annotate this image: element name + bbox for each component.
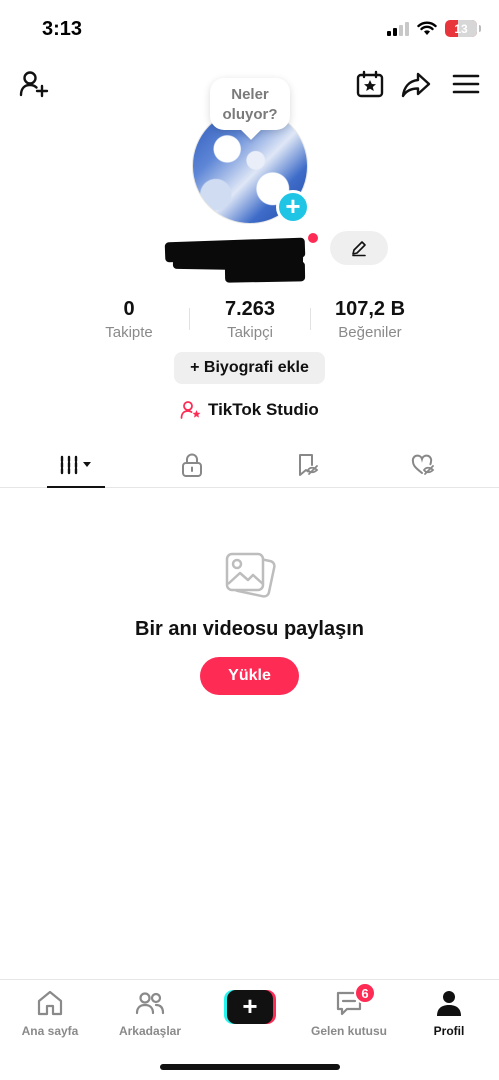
bookmark-hidden-icon <box>299 454 319 476</box>
bubble-line2: oluyor? <box>222 106 278 123</box>
battery-icon: 13 <box>445 20 481 37</box>
add-user-icon[interactable] <box>18 68 50 100</box>
stat-likes[interactable]: 107,2 B Beğeniler <box>330 296 410 342</box>
status-dot <box>308 233 318 243</box>
stat-value: 7.263 <box>224 298 276 320</box>
stat-label: Beğeniler <box>338 324 402 341</box>
friends-icon <box>135 992 165 1015</box>
status-icons: 13 <box>387 20 481 37</box>
nav-home[interactable]: Ana sayfa <box>5 988 95 1038</box>
studio-icon <box>180 401 201 419</box>
whats-new-bubble[interactable]: Neler oluyor? <box>210 78 290 130</box>
nav-profile[interactable]: Profil <box>404 988 494 1038</box>
profile-icon <box>437 991 461 1016</box>
stat-followers[interactable]: 7.263 Takipçi <box>210 296 290 342</box>
grid-dropdown-icon <box>60 455 91 475</box>
nav-label: Gelen kutusu <box>310 1024 387 1038</box>
nav-label: Ana sayfa <box>21 1024 79 1038</box>
stat-divider <box>189 308 190 330</box>
inbox-badge: 6 <box>354 982 376 1004</box>
stat-value: 0 <box>123 298 135 320</box>
status-time: 3:13 <box>42 18 83 40</box>
upload-button[interactable]: Yükle <box>200 657 299 695</box>
pencil-icon <box>352 241 366 257</box>
create-button[interactable]: + <box>224 990 276 1024</box>
nav-friends[interactable]: Arkadaşlar <box>105 988 195 1038</box>
tab-saved[interactable] <box>288 450 328 480</box>
nav-label: Profil <box>433 1024 465 1038</box>
heart-hidden-icon <box>411 454 435 475</box>
signal-icon <box>387 21 409 36</box>
stat-label: Takipçi <box>227 324 273 341</box>
tab-videos[interactable] <box>56 450 96 480</box>
add-bio-button[interactable]: + Biyografi ekle <box>174 352 325 384</box>
lock-icon <box>182 453 202 477</box>
profile-tabs <box>0 444 499 488</box>
wifi-icon <box>417 21 437 35</box>
username-redacted <box>164 232 310 284</box>
bubble-line1: Neler <box>231 86 269 103</box>
tab-private[interactable] <box>172 450 212 480</box>
stat-value: 107,2 B <box>334 298 406 320</box>
status-bar: 3:13 13 <box>0 0 499 56</box>
nav-label: Arkadaşlar <box>118 1024 182 1038</box>
tiktok-studio-link[interactable]: TikTok Studio <box>180 400 319 420</box>
menu-icon[interactable] <box>450 68 482 100</box>
studio-label: TikTok Studio <box>208 400 319 419</box>
home-indicator <box>160 1064 340 1070</box>
plus-icon: + <box>227 990 273 1024</box>
battery-level: 13 <box>454 21 468 36</box>
active-tab-indicator <box>47 486 105 488</box>
edit-profile-button[interactable] <box>330 231 388 265</box>
tab-liked[interactable] <box>404 450 444 480</box>
nav-inbox[interactable]: Gelen kutusu <box>304 988 394 1038</box>
profile-stats: 0 Takipte 7.263 Takipçi 107,2 B Beğenile… <box>0 296 499 346</box>
share-icon[interactable] <box>400 68 432 100</box>
calendar-icon[interactable] <box>354 68 386 100</box>
stat-label: Takipte <box>105 324 153 341</box>
home-icon <box>37 990 63 1016</box>
empty-state-title: Bir anı videosu paylaşın <box>135 618 364 640</box>
photos-icon <box>225 552 276 598</box>
add-story-icon[interactable]: + <box>276 190 310 224</box>
stat-following[interactable]: 0 Takipte <box>98 296 160 342</box>
stat-divider <box>310 308 311 330</box>
